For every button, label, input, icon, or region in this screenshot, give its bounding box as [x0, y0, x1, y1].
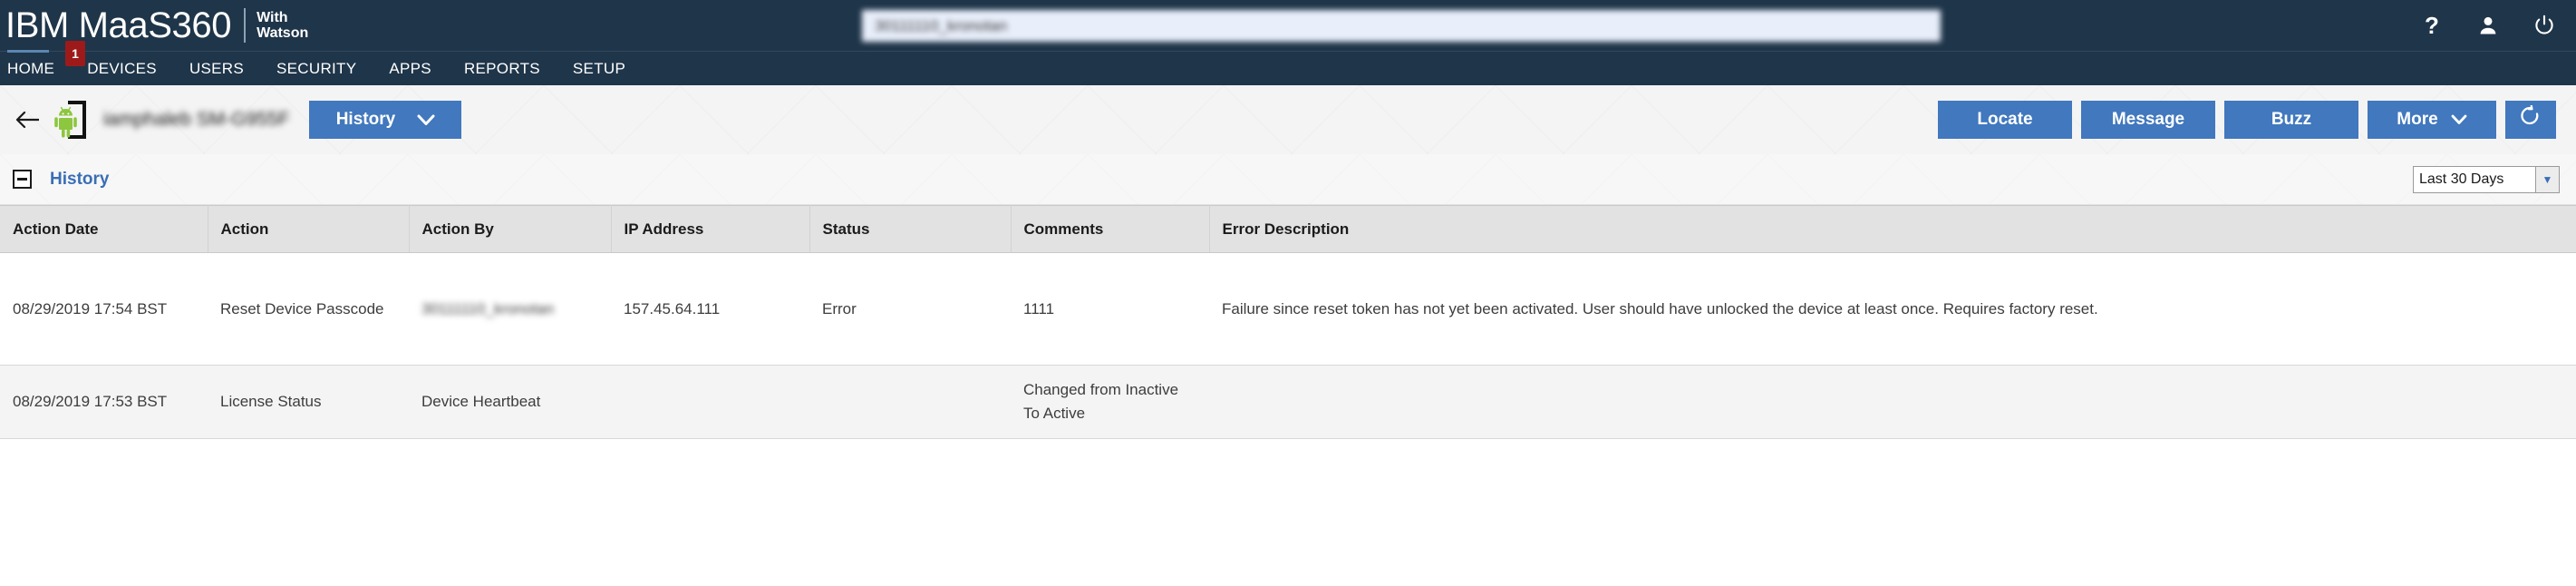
date-range-select[interactable]: Last 30 Days [2413, 166, 2560, 193]
table-header-row: Action Date Action Action By IP Address … [0, 206, 2576, 253]
nav-item-users[interactable]: USERS [189, 52, 264, 86]
history-dropdown-label: History [336, 110, 395, 130]
nav-item-devices[interactable]: DEVICES [87, 52, 177, 86]
cell-ip-address: 157.45.64.111 [611, 253, 809, 366]
top-icon-group: ? [2420, 0, 2556, 51]
brand-logo[interactable]: IBM MaaS360 With Watson [0, 0, 308, 51]
history-section-header: History Last 30 Days ▼ [0, 154, 2576, 205]
main-nav: 1 HOME DEVICES USERS SECURITY APPS REPOR… [0, 51, 2576, 85]
cell-error-description: Failure since reset token has not yet be… [1209, 253, 2576, 366]
nav-item-home[interactable]: HOME [5, 52, 74, 86]
power-icon[interactable] [2532, 14, 2556, 37]
cell-action-date: 08/29/2019 17:54 BST [0, 253, 208, 366]
device-action-bar: iamphaleb SM-G955F History Locate Messag… [0, 85, 2576, 154]
back-arrow-icon[interactable] [13, 104, 44, 135]
brand-name: IBM MaaS360 [5, 7, 231, 44]
chevron-down-icon [417, 114, 435, 126]
cell-status [809, 366, 1011, 439]
column-header-comments[interactable]: Comments [1011, 206, 1209, 253]
cell-action-date: 08/29/2019 17:53 BST [0, 366, 208, 439]
table-row[interactable]: 08/29/2019 17:54 BST Reset Device Passco… [0, 253, 2576, 366]
nav-item-list: HOME DEVICES USERS SECURITY APPS REPORTS… [0, 52, 2576, 86]
brand-tagline: With Watson [257, 10, 308, 42]
column-header-status[interactable]: Status [809, 206, 1011, 253]
column-header-action-date[interactable]: Action Date [0, 206, 208, 253]
message-button[interactable]: Message [2081, 101, 2215, 139]
column-header-error-description[interactable]: Error Description [1209, 206, 2576, 253]
cell-status: Error [809, 253, 1011, 366]
chevron-down-icon [2451, 114, 2467, 125]
nav-item-security[interactable]: SECURITY [276, 52, 376, 86]
user-icon[interactable] [2476, 14, 2500, 37]
device-name: iamphaleb SM-G955F [103, 109, 289, 131]
cell-error-description [1209, 366, 2576, 439]
help-icon[interactable]: ? [2420, 14, 2444, 37]
section-title: History [50, 170, 109, 190]
search-input[interactable] [862, 10, 1941, 42]
cell-action-by: Device Heartbeat [409, 366, 611, 439]
refresh-icon [2520, 105, 2542, 134]
history-table: Action Date Action Action By IP Address … [0, 205, 2576, 439]
notification-badge[interactable]: 1 [65, 41, 85, 66]
nav-item-apps[interactable]: APPS [389, 52, 451, 86]
cell-action: License Status [208, 366, 409, 439]
buzz-button[interactable]: Buzz [2224, 101, 2358, 139]
column-header-ip-address[interactable]: IP Address [611, 206, 809, 253]
history-dropdown-button[interactable]: History [309, 101, 461, 139]
cell-action-by-value: 30111110_kronotan [421, 298, 554, 321]
cell-comments: Changed from Inactive To Active [1011, 366, 1209, 439]
table-body: 08/29/2019 17:54 BST Reset Device Passco… [0, 253, 2576, 439]
cell-ip-address [611, 366, 809, 439]
column-header-action[interactable]: Action [208, 206, 409, 253]
date-range-filter[interactable]: Last 30 Days ▼ [2413, 166, 2560, 193]
column-header-action-by[interactable]: Action By [409, 206, 611, 253]
nav-item-setup[interactable]: SETUP [573, 52, 645, 86]
cell-action: Reset Device Passcode [208, 253, 409, 366]
more-dropdown-label: More [2397, 110, 2437, 130]
table-header: Action Date Action Action By IP Address … [0, 206, 2576, 253]
refresh-button[interactable] [2505, 101, 2556, 139]
global-search[interactable] [862, 10, 1941, 42]
android-device-icon [53, 97, 92, 142]
nav-item-reports[interactable]: REPORTS [464, 52, 560, 86]
more-dropdown-button[interactable]: More [2368, 101, 2496, 139]
brand-tagline-line2: Watson [257, 25, 308, 41]
brand-divider [244, 8, 246, 43]
brand-tagline-line1: With [257, 10, 288, 25]
cell-comments: 1111 [1011, 253, 1209, 366]
nav-active-indicator [7, 50, 49, 53]
table-row[interactable]: 08/29/2019 17:53 BST License Status Devi… [0, 366, 2576, 439]
collapse-toggle-icon[interactable] [13, 170, 32, 189]
top-bar: IBM MaaS360 With Watson ? [0, 0, 2576, 51]
locate-button[interactable]: Locate [1938, 101, 2072, 139]
cell-action-by: 30111110_kronotan [409, 253, 611, 366]
